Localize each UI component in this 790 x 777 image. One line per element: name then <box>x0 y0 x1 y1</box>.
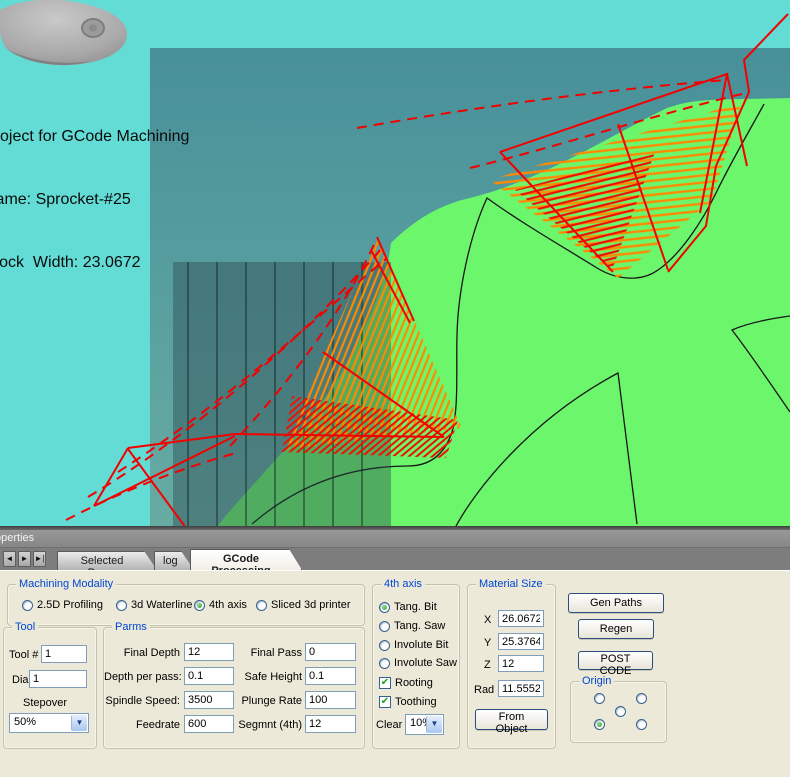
radio-label[interactable]: Tang. Bit <box>394 601 437 614</box>
chevron-down-icon[interactable]: ▼ <box>71 715 87 731</box>
group-tool: Tool Tool # Dia Stepover 50% ▼ <box>3 627 97 749</box>
radio-origin-center[interactable] <box>615 706 626 717</box>
checkbox-label[interactable]: Rooting <box>395 677 433 690</box>
clear-select[interactable]: 10% ▼ <box>405 714 444 735</box>
radio-origin-bottom-right[interactable] <box>636 719 647 730</box>
plunge-rate-label: Plunge Rate <box>238 695 302 708</box>
group-title: Material Size <box>476 578 546 590</box>
final-pass-label: Final Pass <box>238 647 302 660</box>
rad-label: Rad <box>474 684 494 697</box>
radio-label[interactable]: Involute Bit <box>394 639 448 652</box>
segment-4th-field[interactable] <box>305 715 356 733</box>
radio-tang-saw[interactable] <box>379 621 390 632</box>
safe-height-label: Safe Height <box>238 671 302 684</box>
group-4th-axis: 4th axis Tang. Bit Tang. Saw Involute Bi… <box>372 584 460 749</box>
from-object-button[interactable]: From Object <box>475 709 548 730</box>
safe-height-field[interactable] <box>305 667 356 685</box>
feedrate-field[interactable] <box>184 715 234 733</box>
viewport-3d[interactable]: Project for GCode Machining Name: Sprock… <box>0 0 790 530</box>
group-title: Tool <box>12 621 38 633</box>
radio-label[interactable]: 2.5D Profiling <box>37 599 103 612</box>
tool-number-field[interactable] <box>41 645 87 663</box>
checkbox-label[interactable]: Toothing <box>395 696 437 709</box>
material-x-field[interactable] <box>498 610 544 627</box>
final-pass-field[interactable] <box>305 643 356 661</box>
chevron-down-icon[interactable]: ▼ <box>426 716 442 733</box>
radio-tang-bit[interactable] <box>379 602 390 613</box>
stepover-label: Stepover <box>23 697 67 710</box>
machining-scene <box>0 0 790 530</box>
post-code-button[interactable]: POST CODE <box>578 651 653 670</box>
regen-button[interactable]: Regen <box>578 619 654 639</box>
radio-25d-profiling[interactable] <box>22 600 33 611</box>
tab-selected-props[interactable]: Selected Props <box>57 551 157 570</box>
radio-label[interactable]: 4th axis <box>209 599 247 612</box>
segment-4th-label: Segmnt (4th) <box>234 719 302 732</box>
checkbox-toothing[interactable]: ✔ <box>379 696 391 708</box>
radio-label[interactable]: 3d Waterline <box>131 599 192 612</box>
material-z-field[interactable] <box>498 655 544 672</box>
group-title: Machining Modality <box>16 578 116 590</box>
radio-origin-bottom-left[interactable] <box>594 719 605 730</box>
tab-scroll-right-icon[interactable]: ► <box>18 551 31 567</box>
material-rad-field[interactable] <box>498 680 544 697</box>
panel-caption-bar: Properties <box>0 530 790 548</box>
depth-per-pass-field[interactable] <box>184 667 234 685</box>
spindle-speed-field[interactable] <box>184 691 234 709</box>
clear-label: Clear <box>376 719 402 732</box>
group-title: 4th axis <box>381 578 425 590</box>
group-machining-modality: Machining Modality 2.5D Profiling 3d Wat… <box>7 584 365 626</box>
panel-caption: Properties <box>0 530 790 546</box>
group-origin: Origin <box>570 681 667 743</box>
group-title: Parms <box>112 621 150 633</box>
tab-gcode-processing[interactable]: GCode Processing <box>190 549 302 570</box>
gcode-processing-page: Machining Modality 2.5D Profiling 3d Wat… <box>0 571 790 777</box>
final-depth-field[interactable] <box>184 643 234 661</box>
stepover-select[interactable]: 50% ▼ <box>9 713 89 733</box>
radio-3d-waterline[interactable] <box>116 600 127 611</box>
radio-label[interactable]: Involute Saw <box>394 657 457 670</box>
tab-strip: ◄ ► ►| Selected Props log GCode Processi… <box>0 548 790 571</box>
material-y-field[interactable] <box>498 633 544 650</box>
tab-scroll-last-icon[interactable]: ►| <box>33 551 46 567</box>
radio-label[interactable]: Tang. Saw <box>394 620 445 633</box>
properties-panel: Properties ◄ ► ►| Selected Props log GCo… <box>0 526 790 776</box>
tool-number-label: Tool # <box>9 649 38 662</box>
final-depth-label: Final Depth <box>108 647 180 660</box>
group-parms: Parms Final Depth Depth per pass: Spindl… <box>103 627 365 749</box>
radio-origin-top-right[interactable] <box>636 693 647 704</box>
radio-involute-saw[interactable] <box>379 658 390 669</box>
group-material-size: Material Size X Y Z Rad From Object <box>467 584 556 749</box>
spindle-speed-label: Spindle Speed: <box>105 695 180 708</box>
y-label: Y <box>484 637 491 650</box>
group-title: Origin <box>579 675 614 687</box>
tab-log[interactable]: log <box>154 551 194 570</box>
radio-origin-top-left[interactable] <box>594 693 605 704</box>
stepover-value: 50% <box>14 716 36 728</box>
z-label: Z <box>484 659 491 672</box>
gen-paths-button[interactable]: Gen Paths <box>568 593 664 613</box>
radio-label[interactable]: Sliced 3d printer <box>271 599 351 612</box>
x-label: X <box>484 614 491 627</box>
checkbox-rooting[interactable]: ✔ <box>379 677 391 689</box>
depth-per-pass-label: Depth per pass: <box>104 671 180 684</box>
radio-4th-axis[interactable] <box>194 600 205 611</box>
plunge-rate-field[interactable] <box>305 691 356 709</box>
radio-involute-bit[interactable] <box>379 640 390 651</box>
radio-sliced-3d-printer[interactable] <box>256 600 267 611</box>
tab-scroll-left-icon[interactable]: ◄ <box>3 551 16 567</box>
feedrate-label: Feedrate <box>108 719 180 732</box>
dia-field[interactable] <box>29 670 87 688</box>
dia-label: Dia <box>12 674 29 687</box>
